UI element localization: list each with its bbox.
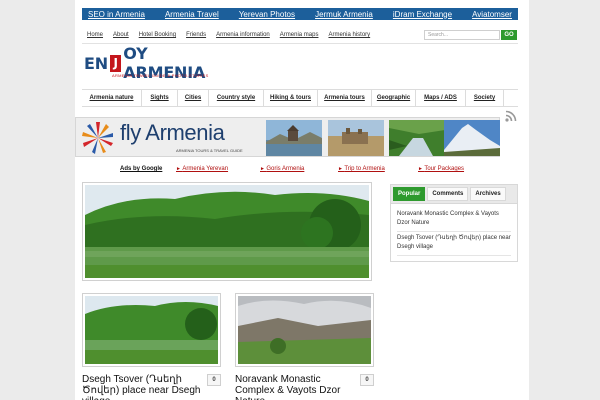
tab-archives[interactable]: Archives: [470, 187, 506, 201]
post-thumbnail-dsegh[interactable]: [82, 293, 221, 367]
top-links-bar: SEO in Armenia Armenia Travel Yerevan Ph…: [82, 8, 518, 20]
fly-armenia-banner[interactable]: fly Armenia ARMENIA TOURS & TRAVEL GUIDE: [75, 117, 500, 157]
banner-subtitle: ARMENIA TOURS & TRAVEL GUIDE: [176, 148, 243, 153]
comment-count-dsegh[interactable]: 0: [207, 374, 221, 386]
ad-link-armenia-yerevan[interactable]: Armenia Yerevan: [176, 166, 228, 172]
top-link-jermuk[interactable]: Jermuk Armenia: [315, 10, 373, 19]
banner-photo-ruins: [328, 120, 384, 156]
tab-comments[interactable]: Comments: [427, 187, 469, 201]
featured-post-image[interactable]: [82, 182, 372, 281]
sunburst-logo-icon: [82, 122, 113, 154]
top-link-seo[interactable]: SEO in Armenia: [88, 10, 145, 19]
top-link-armenia-travel[interactable]: Armenia Travel: [165, 10, 219, 19]
ad-link-trip-to-armenia[interactable]: Trip to Armenia: [338, 166, 384, 172]
logo-text-left: EN: [84, 53, 108, 73]
ad-link-tour-packages[interactable]: Tour Packages: [418, 166, 464, 172]
banner-photo-river: [389, 120, 445, 156]
banner-title: fly Armenia: [120, 120, 225, 145]
popular-item[interactable]: Noravank Monastic Complex & Vayots Dzor …: [397, 208, 511, 232]
cat-country-style[interactable]: Country style: [209, 90, 264, 106]
rss-icon[interactable]: [505, 110, 517, 122]
category-nav: Armenia nature Sights Cities Country sty…: [82, 89, 518, 107]
ads-by-google-label[interactable]: Ads by Google: [120, 166, 162, 172]
top-link-yerevan-photos[interactable]: Yerevan Photos: [239, 10, 295, 19]
top-link-idram[interactable]: iDram Exchange: [393, 10, 452, 19]
nav-home[interactable]: Home: [87, 32, 103, 38]
popular-item[interactable]: Dsegh Tsover (Դսեղի Ծովեր) place near Ds…: [397, 232, 511, 256]
cat-armenia-nature[interactable]: Armenia nature: [82, 90, 142, 106]
sidebar-tab-content: Noravank Monastic Complex & Vayots Dzor …: [390, 204, 518, 262]
dsegh-lake-photo: [85, 296, 218, 364]
ads-bar: Ads by Google Armenia Yerevan Goris Arme…: [82, 166, 518, 176]
post-title-dsegh[interactable]: Dsegh Tsover (Դսեղի Ծովեր) place near Ds…: [82, 374, 202, 400]
sidebar-tabs: Popular Comments Archives: [390, 184, 518, 204]
nav-friends[interactable]: Friends: [186, 32, 206, 38]
search-go-button[interactable]: GO: [501, 30, 517, 40]
cat-sights[interactable]: Sights: [142, 90, 178, 106]
nav-armenia-history[interactable]: Armenia history: [328, 32, 370, 38]
nav-armenia-information[interactable]: Armenia information: [216, 32, 270, 38]
ad-link-goris-armenia[interactable]: Goris Armenia: [260, 166, 304, 172]
nav-armenia-maps[interactable]: Armenia maps: [280, 32, 319, 38]
logo-j-mark: J: [109, 54, 122, 72]
banner-photo-monastery: [266, 120, 322, 156]
comment-count-noravank[interactable]: 0: [360, 374, 374, 386]
search-input[interactable]: Search...: [424, 30, 500, 40]
nav-about[interactable]: About: [113, 32, 129, 38]
cat-cities[interactable]: Cities: [178, 90, 209, 106]
nav-hotel-booking[interactable]: Hotel Booking: [139, 32, 176, 38]
noravank-valley-photo: [238, 296, 371, 364]
site-logo[interactable]: EN J OY ARMENIA ARMENIA TRAVEL GUIDE & P…: [84, 44, 229, 82]
cat-maps-ads[interactable]: Maps / ADS: [416, 90, 466, 106]
cat-hiking-tours[interactable]: Hiking & tours: [264, 90, 318, 106]
post-title-noravank[interactable]: Noravank Monastic Complex & Vayots Dzor …: [235, 374, 357, 400]
featured-lake-photo: [85, 185, 369, 278]
cat-society[interactable]: Society: [466, 90, 504, 106]
cat-geographic[interactable]: Geographic: [372, 90, 416, 106]
top-link-aviatomser[interactable]: Aviatomser: [472, 10, 512, 19]
tab-popular[interactable]: Popular: [393, 187, 426, 201]
cat-armenia-tours[interactable]: Armenia tours: [318, 90, 372, 106]
banner-photo-ararat: [444, 120, 500, 156]
post-thumbnail-noravank[interactable]: [235, 293, 374, 367]
